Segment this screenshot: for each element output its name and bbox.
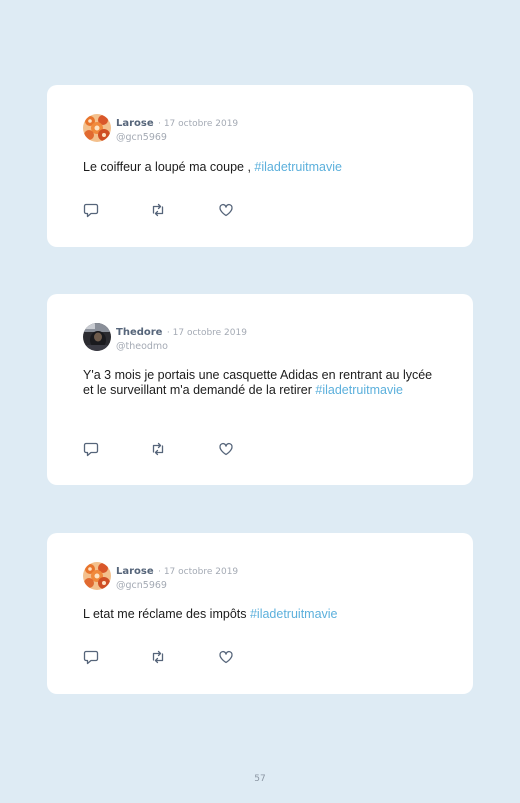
tweet-actions bbox=[83, 649, 243, 665]
tweet-card: Larose · 17 octobre 2019 @gcn5969 Le coi… bbox=[47, 85, 473, 247]
reply-icon[interactable] bbox=[83, 649, 99, 665]
user-name[interactable]: Thedore bbox=[116, 327, 162, 338]
avatar[interactable] bbox=[83, 562, 111, 590]
tweet-text: L etat me réclame des impôts #iladetruit… bbox=[83, 607, 433, 622]
user-handle: @gcn5969 bbox=[116, 132, 167, 143]
tweet-card: Larose · 17 octobre 2019 @gcn5969 L etat… bbox=[47, 533, 473, 694]
user-handle: @gcn5969 bbox=[116, 580, 167, 591]
tweet-actions bbox=[83, 202, 243, 218]
tweet-card: Thedore · 17 octobre 2019 @theodmo Y'a 3… bbox=[47, 294, 473, 485]
tweet-date: · 17 octobre 2019 bbox=[158, 567, 239, 577]
tweet-header: Larose · 17 octobre 2019 @gcn5969 bbox=[116, 563, 238, 592]
tweet-header: Thedore · 17 octobre 2019 @theodmo bbox=[116, 324, 247, 353]
tweet-header: Larose · 17 octobre 2019 @gcn5969 bbox=[116, 115, 238, 144]
hashtag-link[interactable]: #iladetruitmavie bbox=[315, 383, 403, 397]
tweet-date: · 17 octobre 2019 bbox=[158, 119, 239, 129]
tweet-date: · 17 octobre 2019 bbox=[166, 328, 247, 338]
user-handle: @theodmo bbox=[116, 341, 168, 352]
tweet-body: L etat me réclame des impôts bbox=[83, 607, 250, 621]
tweet-text: Y'a 3 mois je portais une casquette Adid… bbox=[83, 368, 433, 398]
user-name[interactable]: Larose bbox=[116, 118, 154, 129]
reply-icon[interactable] bbox=[83, 441, 99, 457]
hashtag-link[interactable]: #iladetruitmavie bbox=[254, 160, 342, 174]
retweet-icon[interactable] bbox=[150, 202, 166, 218]
heart-icon[interactable] bbox=[218, 202, 234, 218]
retweet-icon[interactable] bbox=[150, 649, 166, 665]
heart-icon[interactable] bbox=[218, 649, 234, 665]
avatar[interactable] bbox=[83, 114, 111, 142]
heart-icon[interactable] bbox=[218, 441, 234, 457]
user-name[interactable]: Larose bbox=[116, 566, 154, 577]
page-number: 57 bbox=[254, 774, 266, 784]
tweet-body: Le coiffeur a loupé ma coupe , bbox=[83, 160, 255, 174]
reply-icon[interactable] bbox=[83, 202, 99, 218]
hashtag-link[interactable]: #iladetruitmavie bbox=[250, 607, 338, 621]
retweet-icon[interactable] bbox=[150, 441, 166, 457]
tweet-actions bbox=[83, 441, 243, 457]
tweet-text: Le coiffeur a loupé ma coupe , #iladetru… bbox=[83, 160, 433, 175]
avatar[interactable] bbox=[83, 323, 111, 351]
